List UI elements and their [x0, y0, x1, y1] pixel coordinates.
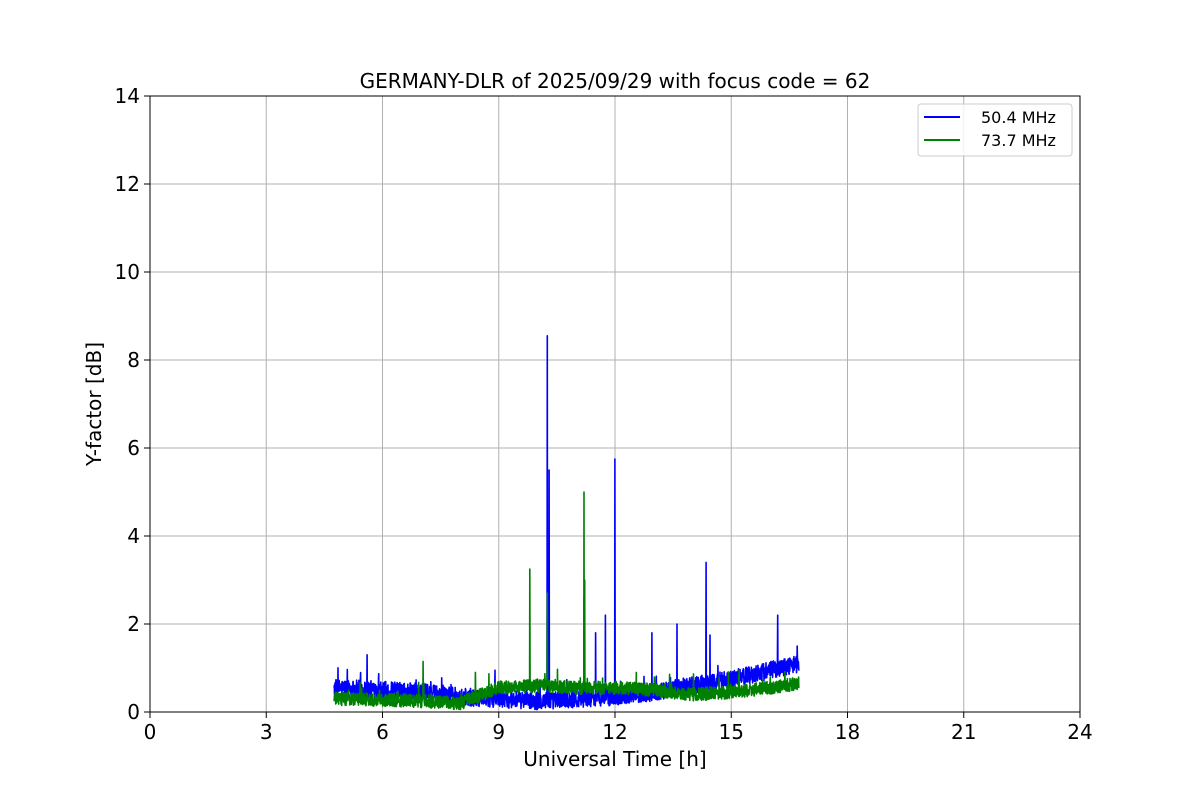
- x-tick-label: 6: [376, 720, 389, 744]
- y-tick-label: 12: [115, 172, 140, 196]
- y-tick-label: 14: [115, 84, 140, 108]
- y-tick-label: 2: [127, 612, 140, 636]
- x-tick-label: 12: [602, 720, 627, 744]
- y-tick-label: 6: [127, 436, 140, 460]
- x-tick-label: 18: [835, 720, 860, 744]
- series-layer: [333, 335, 800, 711]
- series-line-73-7-mhz: [333, 491, 800, 711]
- x-tick-label: 0: [144, 720, 157, 744]
- x-axis-label: Universal Time [h]: [523, 747, 706, 771]
- legend-label-50-4: 50.4 MHz: [981, 108, 1056, 127]
- ticks: 0 3 6 9 12 15 18 21 2402468101214: [115, 84, 1093, 744]
- y-axis-label: Y-factor [dB]: [82, 342, 106, 467]
- series-line-50-4-mhz: [333, 335, 800, 711]
- y-tick-label: 10: [115, 260, 140, 284]
- chart-svg: 0 3 6 9 12 15 18 21 2402468101214 GERMANY-DLR of…: [82, 69, 1093, 771]
- x-tick-label: 24: [1067, 720, 1092, 744]
- chart: 0 3 6 9 12 15 18 21 24 0 2 4 6 8 10 12 14 GERMANY-DLR of…: [0, 0, 1200, 800]
- x-tick-label: 3: [260, 720, 273, 744]
- y-tick-label: 0: [127, 700, 140, 724]
- y-tick-label: 8: [127, 348, 140, 372]
- x-tick-label: 9: [492, 720, 505, 744]
- x-tick-label: 21: [951, 720, 976, 744]
- x-tick-label: 15: [719, 720, 744, 744]
- chart-title: GERMANY-DLR of 2025/09/29 with focus cod…: [360, 69, 871, 93]
- legend: 50.4 MHz 73.7 MHz: [917, 103, 1073, 157]
- legend-label-73-7: 73.7 MHz: [981, 131, 1056, 150]
- y-tick-label: 4: [127, 524, 140, 548]
